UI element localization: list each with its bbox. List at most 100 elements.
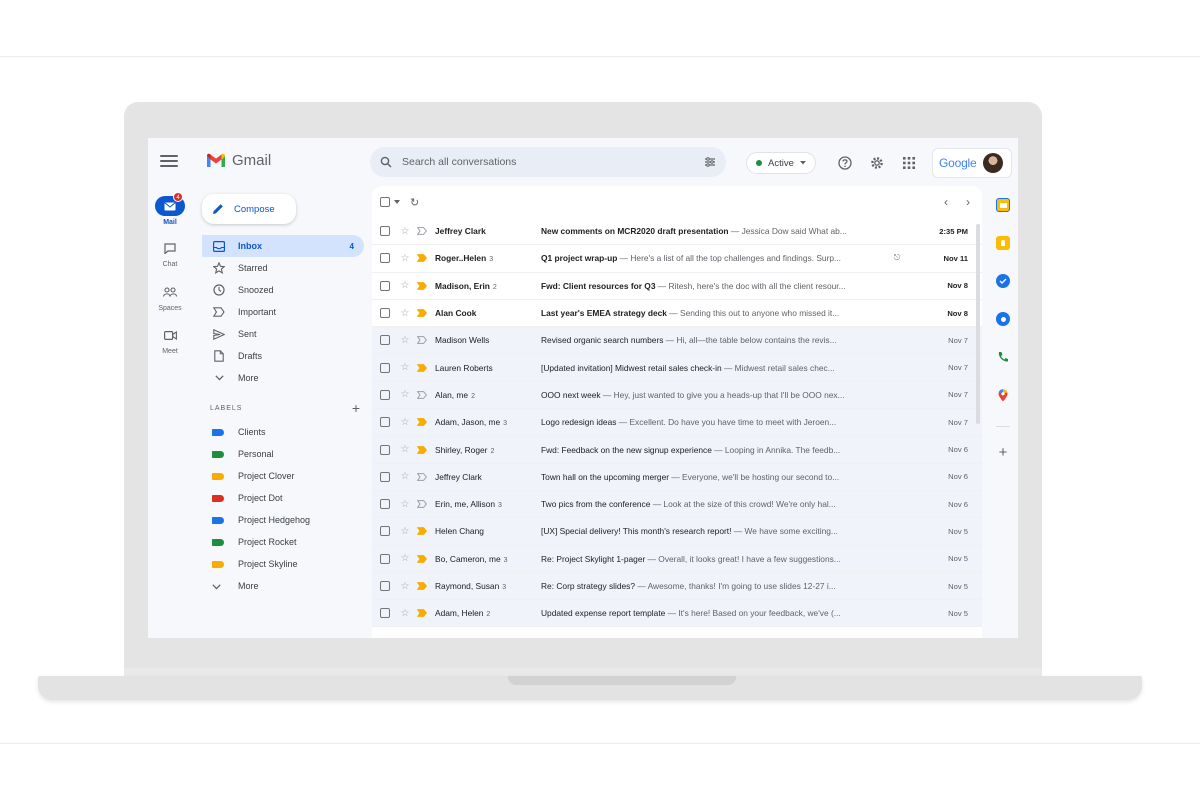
- star-icon[interactable]: ☆: [400, 417, 410, 428]
- important-marker-icon[interactable]: [417, 609, 427, 618]
- row-checkbox[interactable]: [380, 417, 390, 428]
- important-marker-icon[interactable]: [417, 554, 427, 563]
- star-icon[interactable]: ☆: [400, 280, 410, 291]
- nav-item-inbox[interactable]: Inbox 4: [202, 235, 364, 257]
- google-account-button[interactable]: Google: [932, 148, 1012, 178]
- label-item-project-hedgehog[interactable]: Project Hedgehog: [202, 509, 364, 531]
- label-item-project-clover[interactable]: Project Clover: [202, 465, 364, 487]
- row-checkbox[interactable]: [380, 444, 390, 455]
- apps-grid-icon[interactable]: [900, 154, 918, 172]
- table-row[interactable]: ☆ Alan, me 2 OOO next week — Hey, just want…: [372, 381, 982, 410]
- important-marker-icon[interactable]: [417, 418, 427, 427]
- gmail-logo[interactable]: Gmail: [206, 152, 271, 169]
- table-row[interactable]: ☆ Lauren Roberts [Updated invitation] Midw…: [372, 354, 982, 382]
- row-checkbox[interactable]: [380, 280, 390, 291]
- table-row[interactable]: ☆ Bo, Cameron, me 3 Re: Project Skylight 1-…: [372, 545, 982, 573]
- help-icon[interactable]: [836, 154, 854, 172]
- star-icon[interactable]: ☆: [400, 389, 410, 400]
- row-checkbox[interactable]: [380, 581, 390, 591]
- row-checkbox[interactable]: [380, 608, 390, 619]
- search-bar[interactable]: [370, 147, 726, 177]
- rail-meet[interactable]: Meet: [152, 325, 188, 355]
- star-icon[interactable]: ☆: [400, 581, 410, 592]
- search-icon[interactable]: [380, 156, 392, 168]
- select-all-checkbox[interactable]: [380, 197, 390, 207]
- star-icon[interactable]: ☆: [400, 253, 410, 264]
- row-checkbox[interactable]: [380, 389, 390, 400]
- star-icon[interactable]: ☆: [400, 471, 410, 482]
- table-row[interactable]: ☆ Shirley, Roger 2 Fwd: Feedback on the new…: [372, 436, 982, 464]
- row-checkbox[interactable]: [380, 335, 390, 346]
- add-addon-icon[interactable]: +: [996, 444, 1010, 461]
- status-selector[interactable]: Active: [746, 152, 816, 174]
- rail-chat[interactable]: Chat: [152, 238, 188, 268]
- table-row[interactable]: ☆ Raymond, Susan 3 Re: Corp strategy slides…: [372, 572, 982, 601]
- row-checkbox[interactable]: [380, 226, 390, 237]
- chevron-left-icon[interactable]: ‹: [944, 195, 948, 209]
- nav-item-snoozed[interactable]: Snoozed: [202, 279, 364, 301]
- important-marker-icon[interactable]: [417, 281, 427, 290]
- important-marker-icon[interactable]: [417, 336, 427, 345]
- important-marker-icon[interactable]: [417, 582, 427, 590]
- add-label-icon[interactable]: +: [352, 400, 360, 416]
- compose-button[interactable]: Compose: [202, 194, 296, 224]
- contacts-icon[interactable]: [996, 312, 1010, 326]
- star-icon[interactable]: ☆: [400, 226, 410, 237]
- table-row[interactable]: ☆ Madison, Erin 2 Fwd: Client resources for…: [372, 273, 982, 300]
- voice-icon[interactable]: [996, 350, 1010, 364]
- star-icon[interactable]: ☆: [400, 362, 410, 373]
- nav-item-drafts[interactable]: Drafts: [202, 345, 364, 367]
- table-row[interactable]: ☆ Adam, Jason, me 3 Logo redesign ideas — E…: [372, 409, 982, 437]
- row-checkbox[interactable]: [380, 253, 390, 264]
- row-checkbox[interactable]: [380, 553, 390, 564]
- table-row[interactable]: ☆ Roger..Helen 3 Q1 project wrap-up — Here'…: [372, 245, 982, 273]
- star-icon[interactable]: ☆: [400, 553, 410, 564]
- star-icon[interactable]: ☆: [400, 608, 410, 619]
- table-row[interactable]: ☆ Alan Cook Last year's EMEA strategy deck…: [372, 300, 982, 328]
- important-marker-icon[interactable]: [417, 309, 427, 317]
- star-icon[interactable]: ☆: [400, 444, 410, 455]
- table-row[interactable]: ☆ Jeffrey Clark Town hall on the upcoming …: [372, 463, 982, 491]
- search-options-icon[interactable]: [704, 156, 716, 168]
- nav-item-important[interactable]: Important: [202, 301, 364, 323]
- label-item-personal[interactable]: Personal: [202, 443, 364, 465]
- label-item-clients[interactable]: Clients: [202, 421, 364, 443]
- scrollbar[interactable]: [976, 224, 980, 424]
- row-checkbox[interactable]: [380, 362, 390, 373]
- important-marker-icon[interactable]: [417, 363, 427, 372]
- star-icon[interactable]: ☆: [400, 499, 410, 510]
- row-checkbox[interactable]: [380, 499, 390, 510]
- table-row[interactable]: ☆ Jeffrey Clark New comments on MCR2020 dr…: [372, 218, 982, 246]
- maps-icon[interactable]: [996, 388, 1010, 402]
- important-marker-icon[interactable]: [417, 472, 427, 481]
- table-row[interactable]: ☆ Adam, Helen 2 Updated expense report temp…: [372, 600, 982, 628]
- keep-icon[interactable]: [996, 236, 1010, 250]
- table-row[interactable]: ☆ Madison Wells Revised organic search num…: [372, 327, 982, 355]
- row-checkbox[interactable]: [380, 526, 390, 537]
- label-item-project-dot[interactable]: Project Dot: [202, 487, 364, 509]
- important-marker-icon[interactable]: [417, 227, 427, 236]
- nav-item-sent[interactable]: Sent: [202, 323, 364, 345]
- star-icon[interactable]: ☆: [400, 335, 410, 346]
- label-item-project-skyline[interactable]: Project Skyline: [202, 553, 364, 575]
- row-checkbox[interactable]: [380, 308, 390, 319]
- nav-item-starred[interactable]: Starred: [202, 257, 364, 279]
- select-menu-caret-icon[interactable]: [394, 200, 400, 204]
- avatar[interactable]: [982, 153, 1003, 173]
- table-row[interactable]: ☆ Helen Chang [UX] Special delivery! This …: [372, 518, 982, 546]
- calendar-icon[interactable]: [996, 198, 1010, 212]
- rail-spaces[interactable]: Spaces: [152, 282, 188, 312]
- important-marker-icon[interactable]: [417, 500, 427, 509]
- important-marker-icon[interactable]: [417, 391, 427, 399]
- star-icon[interactable]: ☆: [400, 526, 410, 537]
- row-checkbox[interactable]: [380, 471, 390, 482]
- chevron-right-icon[interactable]: ›: [966, 195, 970, 209]
- main-menu-button[interactable]: [160, 155, 178, 169]
- important-marker-icon[interactable]: [417, 445, 427, 454]
- label-item-more[interactable]: More: [202, 575, 364, 597]
- label-item-project-rocket[interactable]: Project Rocket: [202, 531, 364, 553]
- star-icon[interactable]: ☆: [400, 308, 410, 319]
- refresh-icon[interactable]: ↻: [410, 196, 419, 209]
- important-marker-icon[interactable]: [417, 254, 427, 263]
- nav-item-more[interactable]: More: [202, 367, 364, 389]
